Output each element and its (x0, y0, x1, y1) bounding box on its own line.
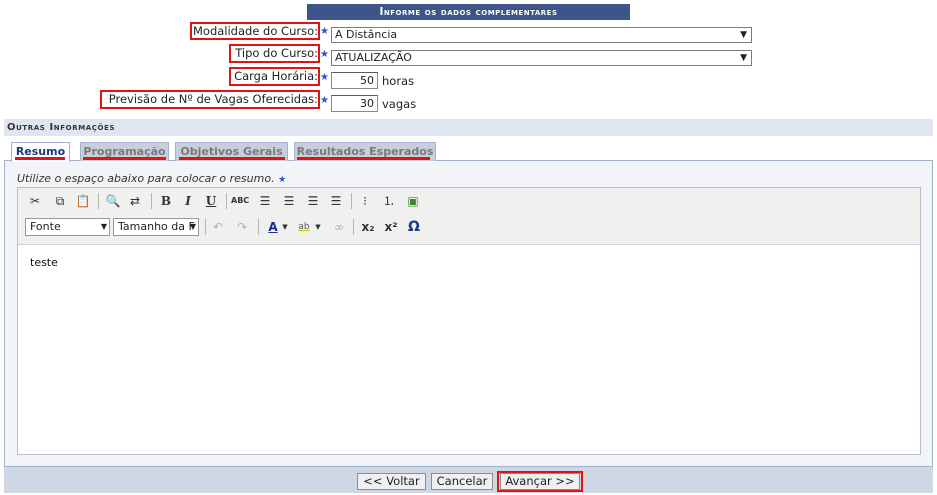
vagas-label: Previsão de Nº de Vagas Oferecidas: (108, 92, 318, 106)
image-icon[interactable]: ▣ (404, 192, 422, 210)
avancar-button[interactable]: Avançar >> (500, 473, 580, 490)
toolbar-separator (258, 219, 259, 235)
toolbar-separator (226, 193, 227, 209)
font-select-value: Fonte (30, 220, 61, 233)
modalidade-label: Modalidade do Curso: (192, 24, 318, 38)
tipo-label: Tipo do Curso: (235, 46, 318, 60)
chevron-down-icon: ▼ (740, 53, 747, 63)
toolbar-separator (151, 193, 152, 209)
find-icon[interactable]: 🔍 (104, 192, 122, 210)
editor-content[interactable]: teste (30, 256, 58, 269)
editor-hint-text: Utilize o espaço abaixo para colocar o r… (17, 172, 275, 185)
cut-icon[interactable]: ✂ (26, 192, 44, 210)
chevron-down-icon[interactable]: ▼ (281, 218, 289, 236)
bold-icon[interactable]: B (157, 192, 175, 210)
bullet-list-icon[interactable]: ⁝ (356, 192, 374, 210)
align-justify-icon[interactable]: ☰ (327, 192, 345, 210)
required-star-icon: ★ (320, 49, 329, 60)
tab-underline (179, 157, 285, 160)
editor-toolbar: ✂ ⧉ 📋 🔍 ⇄ B I U ABC ☰ ☰ ☰ ☰ ⁝ ⒈ ▣ Fonte … (18, 188, 920, 245)
italic-icon[interactable]: I (179, 192, 197, 210)
font-size-select-value: Tamanho da F (118, 220, 195, 233)
numbered-list-icon[interactable]: ⒈ (380, 192, 398, 210)
highlight-icon[interactable]: ab (295, 218, 313, 236)
paste-icon[interactable]: 📋 (74, 192, 92, 210)
editor-hint: Utilize o espaço abaixo para colocar o r… (17, 172, 286, 185)
tipo-value: ATUALIZAÇÃO (335, 51, 412, 64)
replace-icon[interactable]: ⇄ (126, 192, 144, 210)
form-header: Informe os dados complementares (307, 4, 630, 20)
toolbar-separator (205, 219, 206, 235)
link-icon[interactable]: ∞ (330, 218, 348, 236)
carga-label: Carga Horária: (234, 69, 318, 83)
required-star-icon: ★ (320, 95, 329, 106)
toolbar-separator (353, 219, 354, 235)
chevron-down-icon: ▼ (740, 30, 747, 40)
font-select[interactable]: Fonte ▼ (25, 218, 110, 236)
subscript-icon[interactable]: x₂ (359, 218, 377, 236)
align-left-icon[interactable]: ☰ (256, 192, 274, 210)
vagas-input[interactable]: 30 (331, 95, 378, 112)
toolbar-separator (98, 193, 99, 209)
undo-icon[interactable]: ↶ (209, 218, 227, 236)
carga-horaria-input[interactable]: 50 (331, 72, 378, 89)
tab-underline (83, 157, 166, 160)
carga-unit: horas (382, 74, 415, 88)
chevron-down-icon: ▼ (189, 222, 196, 231)
tab-underline (15, 157, 65, 160)
superscript-icon[interactable]: x² (382, 218, 400, 236)
special-char-icon[interactable]: Ω (405, 218, 423, 236)
modalidade-select[interactable]: A Distância ▼ (331, 27, 752, 43)
chevron-down-icon[interactable]: ▼ (314, 218, 322, 236)
required-star-icon: ★ (320, 26, 329, 37)
toolbar-separator (351, 193, 352, 209)
copy-icon[interactable]: ⧉ (51, 192, 69, 210)
align-center-icon[interactable]: ☰ (280, 192, 298, 210)
vagas-unit: vagas (382, 97, 417, 111)
cancel-button[interactable]: Cancelar (431, 473, 493, 490)
modalidade-value: A Distância (335, 28, 398, 41)
font-color-icon[interactable]: A (264, 218, 282, 236)
required-star-icon: ★ (278, 175, 287, 185)
spellcheck-icon[interactable]: ABC (231, 192, 249, 210)
chevron-down-icon: ▼ (100, 222, 107, 231)
align-right-icon[interactable]: ☰ (304, 192, 322, 210)
font-size-select[interactable]: Tamanho da F ▼ (113, 218, 199, 236)
required-star-icon: ★ (320, 72, 329, 83)
redo-icon[interactable]: ↷ (233, 218, 251, 236)
tab-underline (297, 157, 430, 160)
section-title: Outras Informações (4, 119, 933, 136)
tipo-select[interactable]: ATUALIZAÇÃO ▼ (331, 50, 752, 66)
underline-icon[interactable]: U (202, 192, 220, 210)
voltar-button[interactable]: << Voltar (357, 473, 426, 490)
